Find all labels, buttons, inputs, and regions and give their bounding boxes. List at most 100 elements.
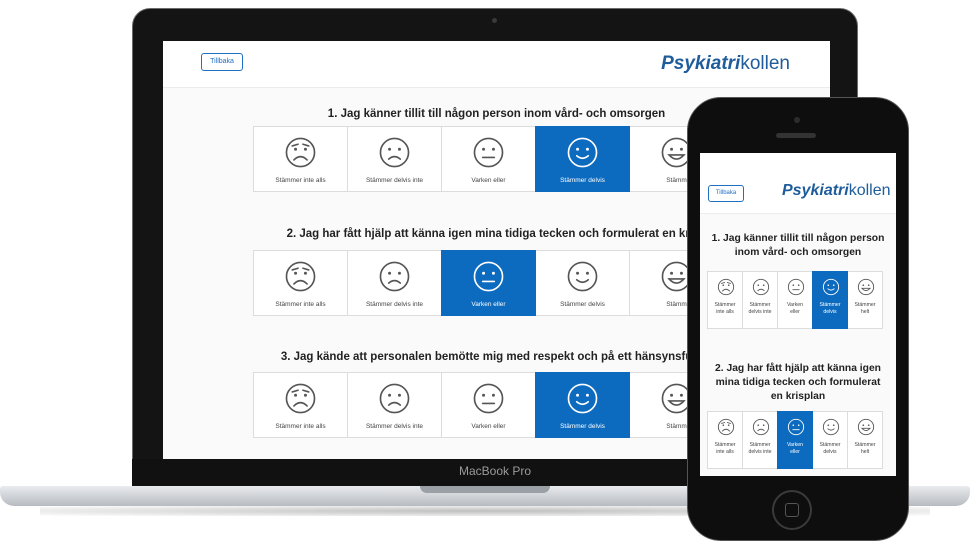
neutral-face-icon: [473, 261, 504, 292]
neutral-face-icon: [787, 278, 805, 296]
very-sad-face-icon: [717, 418, 735, 436]
option-label-line: Stämmer: [854, 442, 876, 448]
happy-face-icon: [857, 278, 875, 296]
mobile-q1-option-2[interactable]: Stämmer delvis inte: [742, 271, 778, 329]
mobile-q1-option-5[interactable]: Stämmer helt: [847, 271, 883, 329]
neutral-face-icon: [473, 137, 504, 168]
option-label: Varken eller: [471, 423, 506, 430]
option-label: Stämmer delvis inte: [365, 423, 424, 430]
option-label-line: Stämmer: [714, 442, 736, 448]
option-label: Stämmer inte alls: [275, 301, 326, 308]
brand-logo[interactable]: Psykiatrikollen: [661, 53, 790, 75]
mobile-back-button[interactable]: Tillbaka: [708, 185, 744, 202]
mobile-brand-logo[interactable]: Psykiatrikollen: [782, 182, 891, 200]
option-label-line: helt: [860, 309, 870, 315]
sad-face-icon: [379, 137, 410, 168]
smile-face-icon: [822, 418, 840, 436]
phone-camera: [794, 117, 800, 123]
q2-option-4[interactable]: Stämmer delvis: [535, 250, 630, 316]
laptop-opening-notch: [420, 486, 550, 493]
option-label-line: Stämmer: [819, 442, 841, 448]
back-button[interactable]: Tillbaka: [201, 53, 243, 71]
q1-option-3[interactable]: Varken eller: [441, 126, 536, 192]
mobile-q1-option-1[interactable]: Stämmer inte alls: [707, 271, 743, 329]
question-2-options: Stämmer inte alls Stämmer delvis inte Vark…: [253, 250, 724, 316]
mobile-question-1-options: Stämmer inte alls Stämmer delvis inte Varken…: [707, 271, 883, 329]
smile-face-icon: [567, 137, 598, 168]
q1-option-1[interactable]: Stämmer inte alls: [253, 126, 348, 192]
mobile-question-1-line-1: 1. Jag känner tillit till någon person: [711, 233, 885, 244]
option-label-line: inte alls: [716, 449, 734, 455]
desktop-header: Tillbaka Psykiatrikollen: [163, 41, 830, 88]
q3-option-4[interactable]: Stämmer delvis: [535, 372, 630, 438]
option-label-line: eller: [790, 309, 800, 315]
phone-screen: Tillbaka Psykiatrikollen 1. Jag känner t…: [700, 153, 896, 476]
smile-face-icon: [567, 383, 598, 414]
mobile-q2-option-2[interactable]: Stämmer delvis inte: [742, 411, 778, 469]
option-label-line: delvis inte: [748, 449, 772, 455]
mobile-q2-option-1[interactable]: Stämmer inte alls: [707, 411, 743, 469]
option-label-line: Stämmer: [854, 302, 876, 308]
option-label: Stämmer delvis: [813, 442, 847, 456]
mobile-question-2-line-3: en krisplan: [770, 391, 826, 402]
option-label-line: Varken: [786, 442, 804, 448]
option-label-line: delvis inte: [748, 309, 772, 315]
option-label: Stämmer inte alls: [708, 302, 742, 316]
home-square-icon: [785, 503, 799, 517]
option-label-line: inte alls: [716, 309, 734, 315]
mobile-question-2-options: Stämmer inte alls Stämmer delvis inte Varken…: [707, 411, 883, 469]
mobile-q1-option-4[interactable]: Stämmer delvis: [812, 271, 848, 329]
phone-speaker: [776, 133, 816, 138]
very-sad-face-icon: [285, 261, 316, 292]
neutral-face-icon: [787, 418, 805, 436]
mobile-question-2-line-1: 2. Jag har fått hjälp att känna igen: [715, 363, 881, 374]
mobile-brand-logo-bold: Psykiatri: [782, 182, 849, 199]
very-sad-face-icon: [285, 383, 316, 414]
option-label: Stämmer inte alls: [708, 442, 742, 456]
q3-option-3[interactable]: Varken eller: [441, 372, 536, 438]
option-label: Stämmer delvis inte: [743, 442, 777, 456]
q2-option-1[interactable]: Stämmer inte alls: [253, 250, 348, 316]
option-label: Stämmer inte alls: [275, 177, 326, 184]
q2-option-3[interactable]: Varken eller: [441, 250, 536, 316]
smile-face-icon: [822, 278, 840, 296]
option-label-line: eller: [790, 449, 800, 455]
laptop-camera: [492, 18, 497, 23]
mobile-question-1-line-2: inom vård- och omsorgen: [734, 247, 862, 258]
option-label-line: delvis: [823, 449, 837, 455]
sad-face-icon: [379, 261, 410, 292]
mobile-q2-option-4[interactable]: Stämmer delvis: [812, 411, 848, 469]
mobile-question-2-line-2: mina tidiga tecken och formulerat: [715, 377, 881, 388]
option-label: Stämmer delvis: [560, 177, 605, 184]
neutral-face-icon: [473, 383, 504, 414]
mobile-question-2-title: 2. Jag har fått hjälp att känna igen min…: [700, 362, 896, 404]
option-label: Stämmer inte alls: [275, 423, 326, 430]
brand-logo-bold: Psykiatri: [661, 53, 741, 74]
option-label: Stämmer delvis: [560, 301, 605, 308]
very-sad-face-icon: [717, 278, 735, 296]
sad-face-icon: [752, 278, 770, 296]
q3-option-1[interactable]: Stämmer inte alls: [253, 372, 348, 438]
very-sad-face-icon: [285, 137, 316, 168]
sad-face-icon: [752, 418, 770, 436]
smile-face-icon: [567, 261, 598, 292]
q3-option-2[interactable]: Stämmer delvis inte: [347, 372, 442, 438]
option-label: Stämmer delvis: [813, 302, 847, 316]
q1-option-4[interactable]: Stämmer delvis: [535, 126, 630, 192]
option-label-line: Varken: [786, 302, 804, 308]
mobile-q1-option-3[interactable]: Varken eller: [777, 271, 813, 329]
option-label: Stämmer delvis inte: [365, 301, 424, 308]
option-label: Stämmer delvis inte: [365, 177, 424, 184]
option-label: Stämmer helt: [848, 442, 882, 456]
option-label-line: helt: [860, 449, 870, 455]
mobile-brand-logo-light: kollen: [848, 182, 891, 199]
mobile-q2-option-5[interactable]: Stämmer helt: [847, 411, 883, 469]
option-label-line: Stämmer: [749, 302, 771, 308]
brand-logo-light: kollen: [740, 53, 790, 74]
option-label-line: Stämmer: [749, 442, 771, 448]
q1-option-2[interactable]: Stämmer delvis inte: [347, 126, 442, 192]
q2-option-2[interactable]: Stämmer delvis inte: [347, 250, 442, 316]
mobile-q2-option-3[interactable]: Varken eller: [777, 411, 813, 469]
option-label: Varken eller: [471, 301, 506, 308]
option-label: Varken eller: [778, 302, 812, 316]
